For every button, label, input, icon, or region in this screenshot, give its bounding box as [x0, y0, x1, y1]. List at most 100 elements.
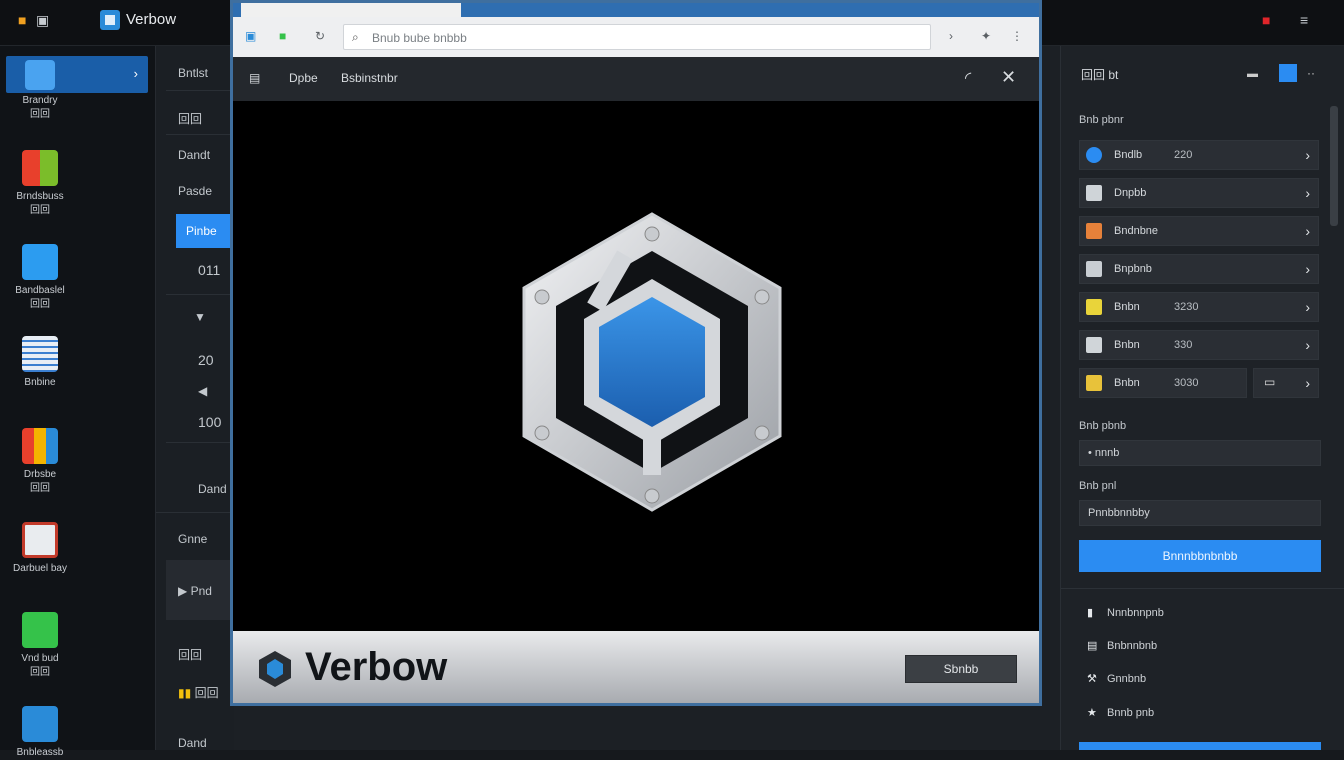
mid-row[interactable]: Dand	[156, 482, 234, 496]
tiles-icon	[22, 428, 58, 464]
record-icon[interactable]: ■	[1262, 12, 1270, 28]
link-item[interactable]: ▤ Bnbnnbnb	[1087, 639, 1157, 652]
pin-icon[interactable]: ✦	[981, 29, 991, 43]
option-item[interactable]: Dnpbb ›	[1079, 178, 1319, 208]
note-icon	[1086, 299, 1102, 315]
printer-icon: ▤	[1087, 640, 1098, 652]
forward-icon[interactable]: ■	[279, 29, 286, 43]
table-icon	[22, 336, 58, 372]
text-field[interactable]: • nnnb	[1079, 440, 1321, 466]
footer-action-button[interactable]: Sbnbb	[905, 655, 1017, 683]
dock-sublabel: 回回	[30, 109, 50, 120]
url-input[interactable]: ⌕ Bnub bube bnbbb	[343, 24, 931, 50]
dock-item-bandbaslel[interactable]: Bandbaslel 回回	[0, 244, 80, 312]
dock-item-vndbud[interactable]: Vnd bud 回回	[0, 612, 80, 680]
image-icon[interactable]: ▤	[249, 71, 260, 85]
chevron-right-icon[interactable]: ›	[134, 66, 138, 81]
play-row-label: Pnd	[190, 584, 212, 598]
header-label: Bsbinstnbr	[341, 71, 398, 85]
option-item[interactable]: Bnpbnb ›	[1079, 254, 1319, 284]
dock-item-brandry[interactable]: Brandry 回回	[0, 60, 80, 122]
dialog-footer: Verbow Sbnbb	[233, 631, 1039, 703]
play-row[interactable]: ▶ Pnd	[166, 560, 234, 620]
reload-icon[interactable]: ↻	[315, 29, 325, 43]
app-title: Verbow	[126, 11, 177, 28]
option-item[interactable]: Bnbn 330 ›	[1079, 330, 1319, 360]
dock-label: Darbuel bay	[13, 563, 67, 574]
dock-sublabel: 回回	[30, 483, 50, 494]
close-icon[interactable]: ✕	[1001, 67, 1016, 88]
mid-value: 20	[198, 352, 214, 368]
link-item[interactable]: ★ Bnnb pnb	[1087, 706, 1154, 719]
mid-row[interactable]: 回回	[156, 646, 234, 663]
chevron-right-icon: ›	[1305, 223, 1310, 239]
option-label: Bndnbne	[1114, 225, 1159, 237]
dock-item-drbsbe[interactable]: Drbsbe 回回	[0, 428, 80, 496]
bookmark-icon: ▮▮	[178, 686, 192, 700]
dock-item-bnbleassb[interactable]: Bnbleassb	[0, 706, 80, 760]
preview-dialog: ▣ ■ ↻ ⌕ Bnub bube bnbbb › ✦ ⋮ ▤ Dpbe Bsb…	[230, 0, 1042, 706]
more-icon[interactable]: ··	[1307, 66, 1315, 80]
image-icon	[1086, 223, 1102, 239]
mid-row[interactable]: Bntlst	[156, 66, 234, 80]
mid-row-active[interactable]: Pinbe	[176, 214, 234, 248]
grid-icon	[1086, 185, 1102, 201]
secondary-button[interactable]	[1079, 742, 1321, 750]
dock-label: Bandbaslel	[15, 285, 65, 296]
mid-row[interactable]: Dand	[156, 736, 234, 750]
option-action[interactable]: ▭ ›	[1253, 368, 1319, 398]
window-icon[interactable]: ▣	[36, 12, 49, 29]
more-icon[interactable]: ⋮	[1011, 29, 1023, 43]
cursor-icon	[1086, 261, 1102, 277]
left-dock: › Brandry 回回 Brndsbuss 回回 Bandbaslel 回回 …	[0, 46, 156, 758]
mid-row[interactable]: Gnne	[156, 532, 234, 546]
option-item[interactable]: Bndlb 220 ›	[1079, 140, 1319, 170]
speaker-icon[interactable]: ◀	[156, 384, 234, 398]
option-value: 3230	[1174, 301, 1199, 313]
menu-icon[interactable]: ≡	[1300, 12, 1308, 28]
option-item[interactable]: Bndnbne ›	[1079, 216, 1319, 246]
option-item[interactable]: Bnbn 3030	[1079, 368, 1247, 398]
chevron-right-icon: ›	[1305, 261, 1310, 277]
mid-row[interactable]: ▮▮ 回回	[156, 684, 234, 701]
chevron-right-icon: ›	[1305, 299, 1310, 315]
divider	[156, 512, 234, 513]
middle-panel: Bntlst 回回 Dandt Pasde Pinbe 011 ▼ 20 ◀ 1…	[156, 46, 234, 750]
brand-logo-icon	[259, 651, 291, 687]
option-label: Bnbn	[1114, 377, 1140, 389]
refresh-icon[interactable]: ◜	[965, 68, 971, 88]
section-label: Bnb pbnr	[1079, 114, 1124, 126]
mid-row[interactable]: 回回	[156, 110, 234, 127]
text-field[interactable]: Pnnbbnnbby	[1079, 500, 1321, 526]
panel-title: 回回 bt	[1081, 68, 1119, 82]
dock-item-darbuel[interactable]: Darbuel bay	[0, 522, 80, 576]
chevron-right-icon: ›	[1305, 375, 1310, 391]
link-item[interactable]: ⚒ Gnnbnb	[1087, 672, 1146, 685]
grid-icon[interactable]: ■	[18, 12, 26, 28]
preview-canvas	[233, 101, 1039, 631]
link-label: Gnnbnb	[1107, 673, 1147, 685]
mid-row[interactable]: Pasde	[156, 184, 234, 198]
chevron-right-icon[interactable]: ›	[949, 29, 953, 43]
screen-icon	[22, 522, 58, 558]
app-logo	[100, 10, 120, 30]
dock-item-bnbine[interactable]: Bnbine	[0, 336, 80, 390]
card-icon: ▭	[1264, 375, 1276, 389]
link-item[interactable]: ▮ Nnnbnnpnb	[1087, 606, 1164, 619]
mid-row[interactable]: Dandt	[156, 148, 234, 162]
section-label: Bnb pbnb	[1079, 420, 1127, 432]
scrollbar[interactable]	[1330, 106, 1338, 226]
dock-item-brndsbuss[interactable]: Brndsbuss 回回	[0, 150, 80, 218]
primary-button[interactable]: Bnnnbbnbnbb	[1079, 540, 1321, 572]
dock-sublabel: 回回	[30, 667, 50, 678]
frame-icon	[1086, 337, 1102, 353]
divider	[166, 134, 234, 135]
dock-label: Bnbleassb	[16, 747, 64, 758]
filter-icon[interactable]: ▼	[156, 310, 234, 324]
list-icon[interactable]: ▬	[1247, 68, 1258, 80]
back-icon[interactable]: ▣	[245, 29, 256, 43]
dock-sublabel: 回回	[30, 299, 50, 310]
toggle-button[interactable]	[1279, 64, 1297, 82]
browser-tab[interactable]	[241, 3, 461, 17]
option-item[interactable]: Bnbn 3230 ›	[1079, 292, 1319, 322]
